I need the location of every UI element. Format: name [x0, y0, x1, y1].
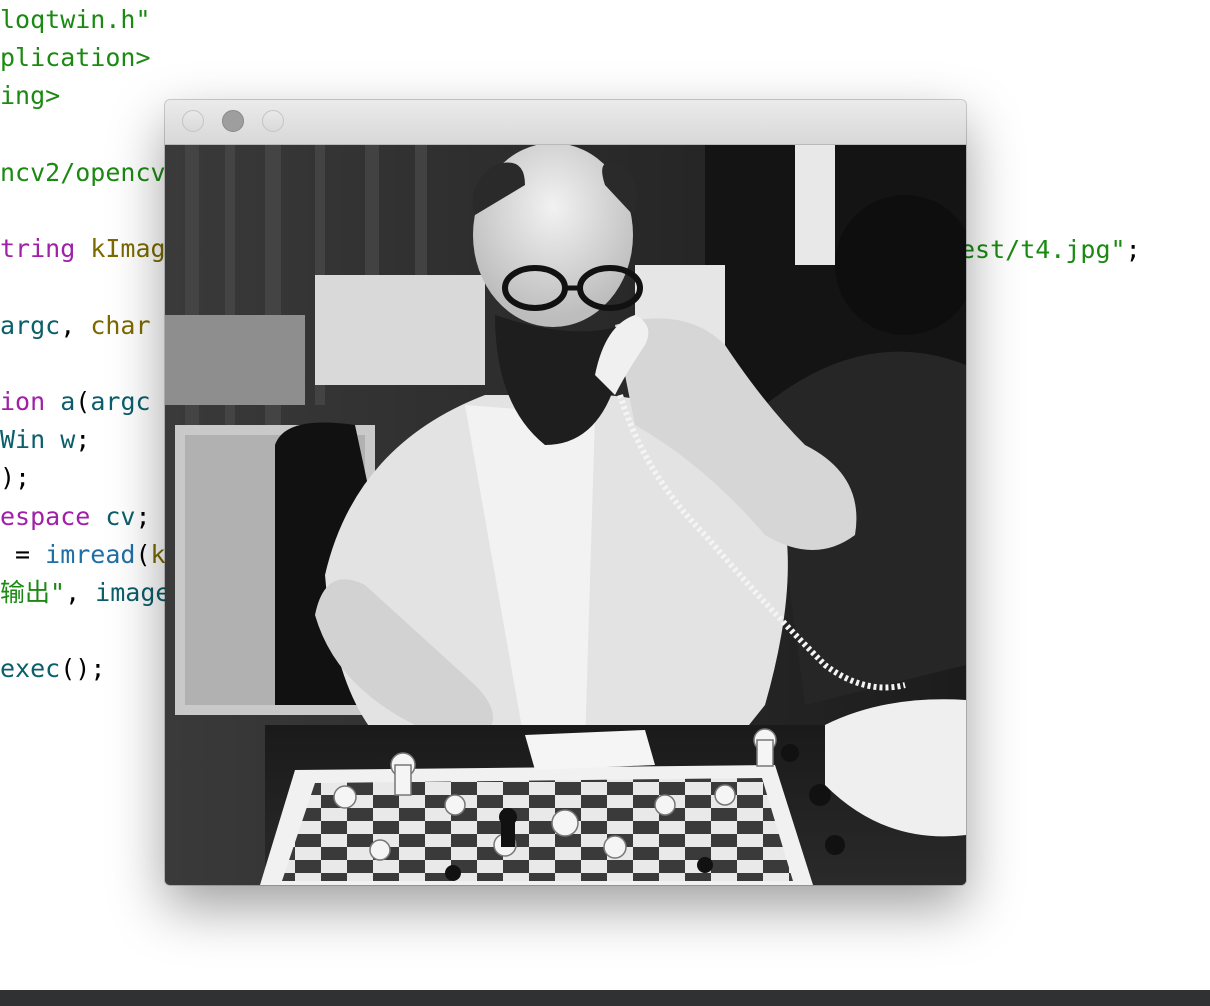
code-token: cv: [105, 502, 136, 531]
code-token: loqtwin.h": [0, 5, 151, 34]
code-token: ;: [1125, 235, 1141, 264]
zoom-button[interactable]: [262, 110, 284, 132]
photo-image: [165, 145, 966, 885]
code-line: espace cv;: [0, 499, 151, 535]
code-token: 输出": [0, 578, 66, 607]
code-line: argc, char: [0, 308, 151, 344]
image-viewport: [165, 145, 966, 885]
code-line: ing>: [0, 78, 60, 114]
code-token: ,: [60, 311, 91, 340]
image-window[interactable]: [165, 100, 966, 885]
code-token: ion: [0, 387, 46, 416]
code-token: argc: [90, 387, 151, 416]
code-token: argc: [0, 311, 61, 340]
code-token: ();: [60, 654, 106, 683]
code-line-tail: est/t4.jpg";: [960, 232, 1141, 268]
code-token: tring: [0, 234, 76, 263]
code-line: 输出", image: [0, 575, 170, 611]
code-token: imread: [45, 540, 136, 569]
code-token: (: [135, 540, 151, 569]
code-token: ;: [135, 502, 151, 531]
code-token: ing>: [0, 81, 61, 110]
code-token: espace: [0, 502, 91, 531]
code-line: = imread(k: [0, 537, 166, 573]
code-token: ;: [75, 425, 91, 454]
code-token: (: [75, 387, 91, 416]
code-token: est/t4.jpg": [960, 235, 1126, 264]
code-line: loqtwin.h": [0, 2, 151, 38]
code-token: ,: [65, 578, 96, 607]
code-token: kImag: [90, 234, 166, 263]
code-token: =: [0, 540, 46, 569]
code-line: exec();: [0, 651, 105, 687]
code-line: Win w;: [0, 422, 90, 458]
code-token: );: [0, 463, 31, 492]
code-token: k: [150, 540, 166, 569]
code-token: plication>: [0, 43, 151, 72]
code-line: plication>: [0, 40, 151, 76]
code-token: Win w: [0, 425, 76, 454]
code-token: char: [90, 311, 151, 340]
code-token: image: [95, 578, 171, 607]
editor-status-bar: [0, 990, 1210, 1006]
minimize-button[interactable]: [222, 110, 244, 132]
code-line: ion a(argc: [0, 384, 151, 420]
code-token: ncv2/opencv: [0, 158, 166, 187]
code-line: );: [0, 460, 30, 496]
code-token: a: [60, 387, 76, 416]
window-titlebar[interactable]: [165, 100, 966, 145]
code-line: ncv2/opencv: [0, 155, 166, 191]
code-line: tring kImag: [0, 231, 166, 267]
code-token: exec: [0, 654, 61, 683]
close-button[interactable]: [182, 110, 204, 132]
